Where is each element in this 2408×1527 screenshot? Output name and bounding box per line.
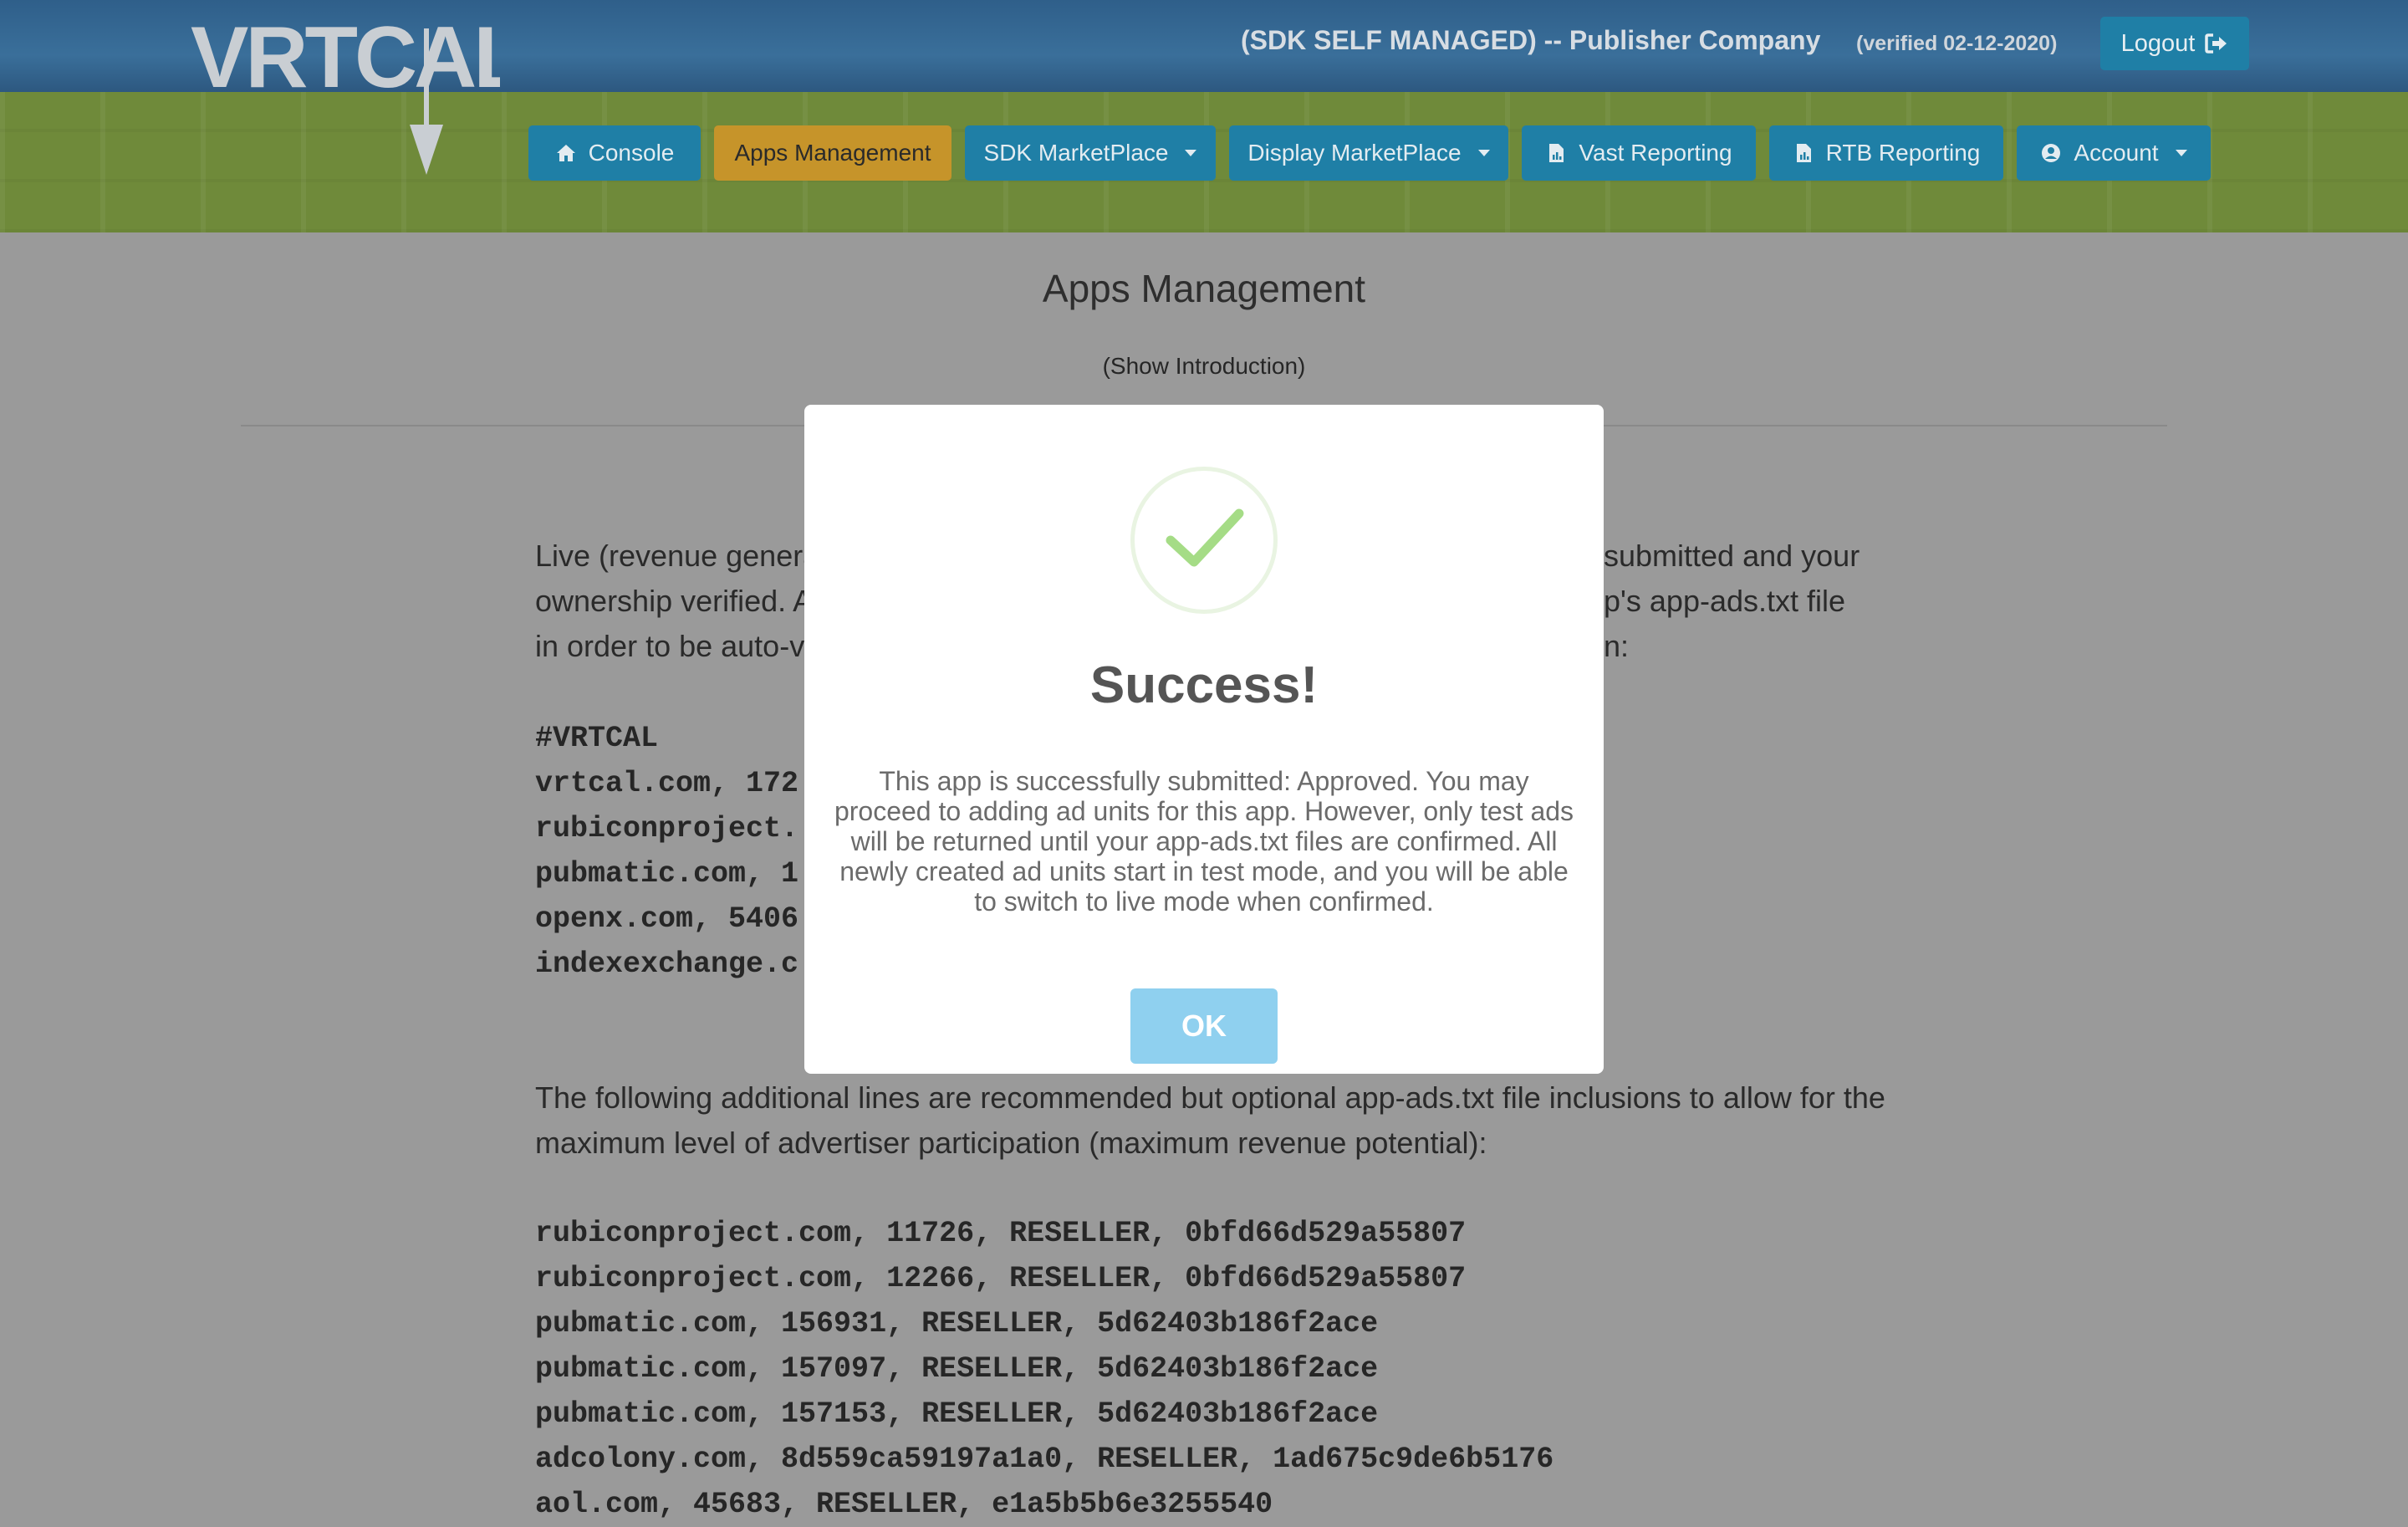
required-line: pubmatic.com, 1 (535, 857, 799, 891)
success-dialog: Success! This app is successfully submit… (804, 405, 1604, 1074)
home-icon (556, 145, 575, 161)
intro-text-line3-right: n: (1604, 629, 1630, 663)
file-chart-icon (1796, 144, 1811, 162)
show-introduction-link[interactable]: (Show Introduction) (0, 353, 2408, 380)
nav-display-marketplace-label: Display MarketPlace (1247, 140, 1462, 166)
required-line: rubiconproject. (535, 812, 799, 845)
required-line: vrtcal.com, 172 (535, 767, 799, 800)
user-circle-icon (2042, 144, 2061, 162)
page-title: Apps Management (1042, 267, 1366, 310)
check-icon (1166, 508, 1244, 567)
nav-rtb-reporting[interactable]: RTB Reporting (1769, 125, 2003, 181)
dialog-title: Success! (1089, 656, 1319, 714)
file-chart-icon (1549, 144, 1564, 162)
nav-sdk-marketplace-label: SDK MarketPlace (983, 140, 1169, 166)
logo-text: VRTCAL (191, 12, 500, 106)
company-name: (SDK SELF MANAGED) -- Publisher Company (1241, 25, 1821, 55)
nav-display-marketplace[interactable]: Display MarketPlace (1229, 125, 1508, 181)
optional-line: pubmatic.com, 157153, RESELLER, 5d62403b… (535, 1397, 1379, 1431)
required-line-header: #VRTCAL (535, 722, 659, 755)
chevron-down-icon (2175, 150, 2187, 156)
required-line: indexexchange.c (535, 947, 799, 981)
nav-apps-management-label: Apps Management (734, 140, 931, 166)
dialog-message: This app is successfully submitted: Appr… (834, 766, 1574, 917)
nav-rtb-reporting-label: RTB Reporting (1825, 140, 1981, 166)
optional-line: pubmatic.com, 157097, RESELLER, 5d62403b… (535, 1352, 1379, 1386)
optional-line: aol.com, 45683, RESELLER, e1a5b5b6e32555… (535, 1488, 1273, 1521)
nav-account[interactable]: Account (2017, 125, 2211, 181)
nav-apps-management[interactable]: Apps Management (714, 125, 951, 181)
chevron-down-icon (1477, 150, 1490, 156)
nav-console-label: Console (588, 140, 675, 166)
optional-line: pubmatic.com, 156931, RESELLER, 5d62403b… (535, 1307, 1379, 1341)
intro-text-line1-right: submitted and your (1604, 539, 1860, 573)
chevron-down-icon (1185, 150, 1197, 156)
logout-label: Logout (2120, 29, 2196, 57)
logout-button[interactable]: Logout (2100, 17, 2249, 70)
optional-line: rubiconproject.com, 11726, RESELLER, 0bf… (535, 1217, 1467, 1250)
vrtcal-logo[interactable]: VRTCAL (191, 12, 500, 179)
verified-date: (verified 02-12-2020) (1856, 32, 2058, 55)
optional-intro-text: The following additional lines are recom… (535, 1080, 1885, 1160)
nav-console[interactable]: Console (528, 125, 701, 181)
nav-sdk-marketplace[interactable]: SDK MarketPlace (965, 125, 1216, 181)
required-line: openx.com, 5406 (535, 902, 799, 936)
nav-vast-reporting-label: Vast Reporting (1579, 140, 1732, 166)
nav-vast-reporting[interactable]: Vast Reporting (1522, 125, 1756, 181)
optional-line: rubiconproject.com, 12266, RESELLER, 0bf… (535, 1262, 1467, 1295)
nav-account-label: Account (2074, 140, 2159, 166)
sign-out-icon (2205, 33, 2227, 54)
optional-line: adcolony.com, 8d559ca59197a1a0, RESELLER… (535, 1443, 1554, 1476)
intro-text-line2-right: p's app-ads.txt file (1604, 584, 1846, 618)
ok-button[interactable]: OK (1130, 988, 1278, 1064)
